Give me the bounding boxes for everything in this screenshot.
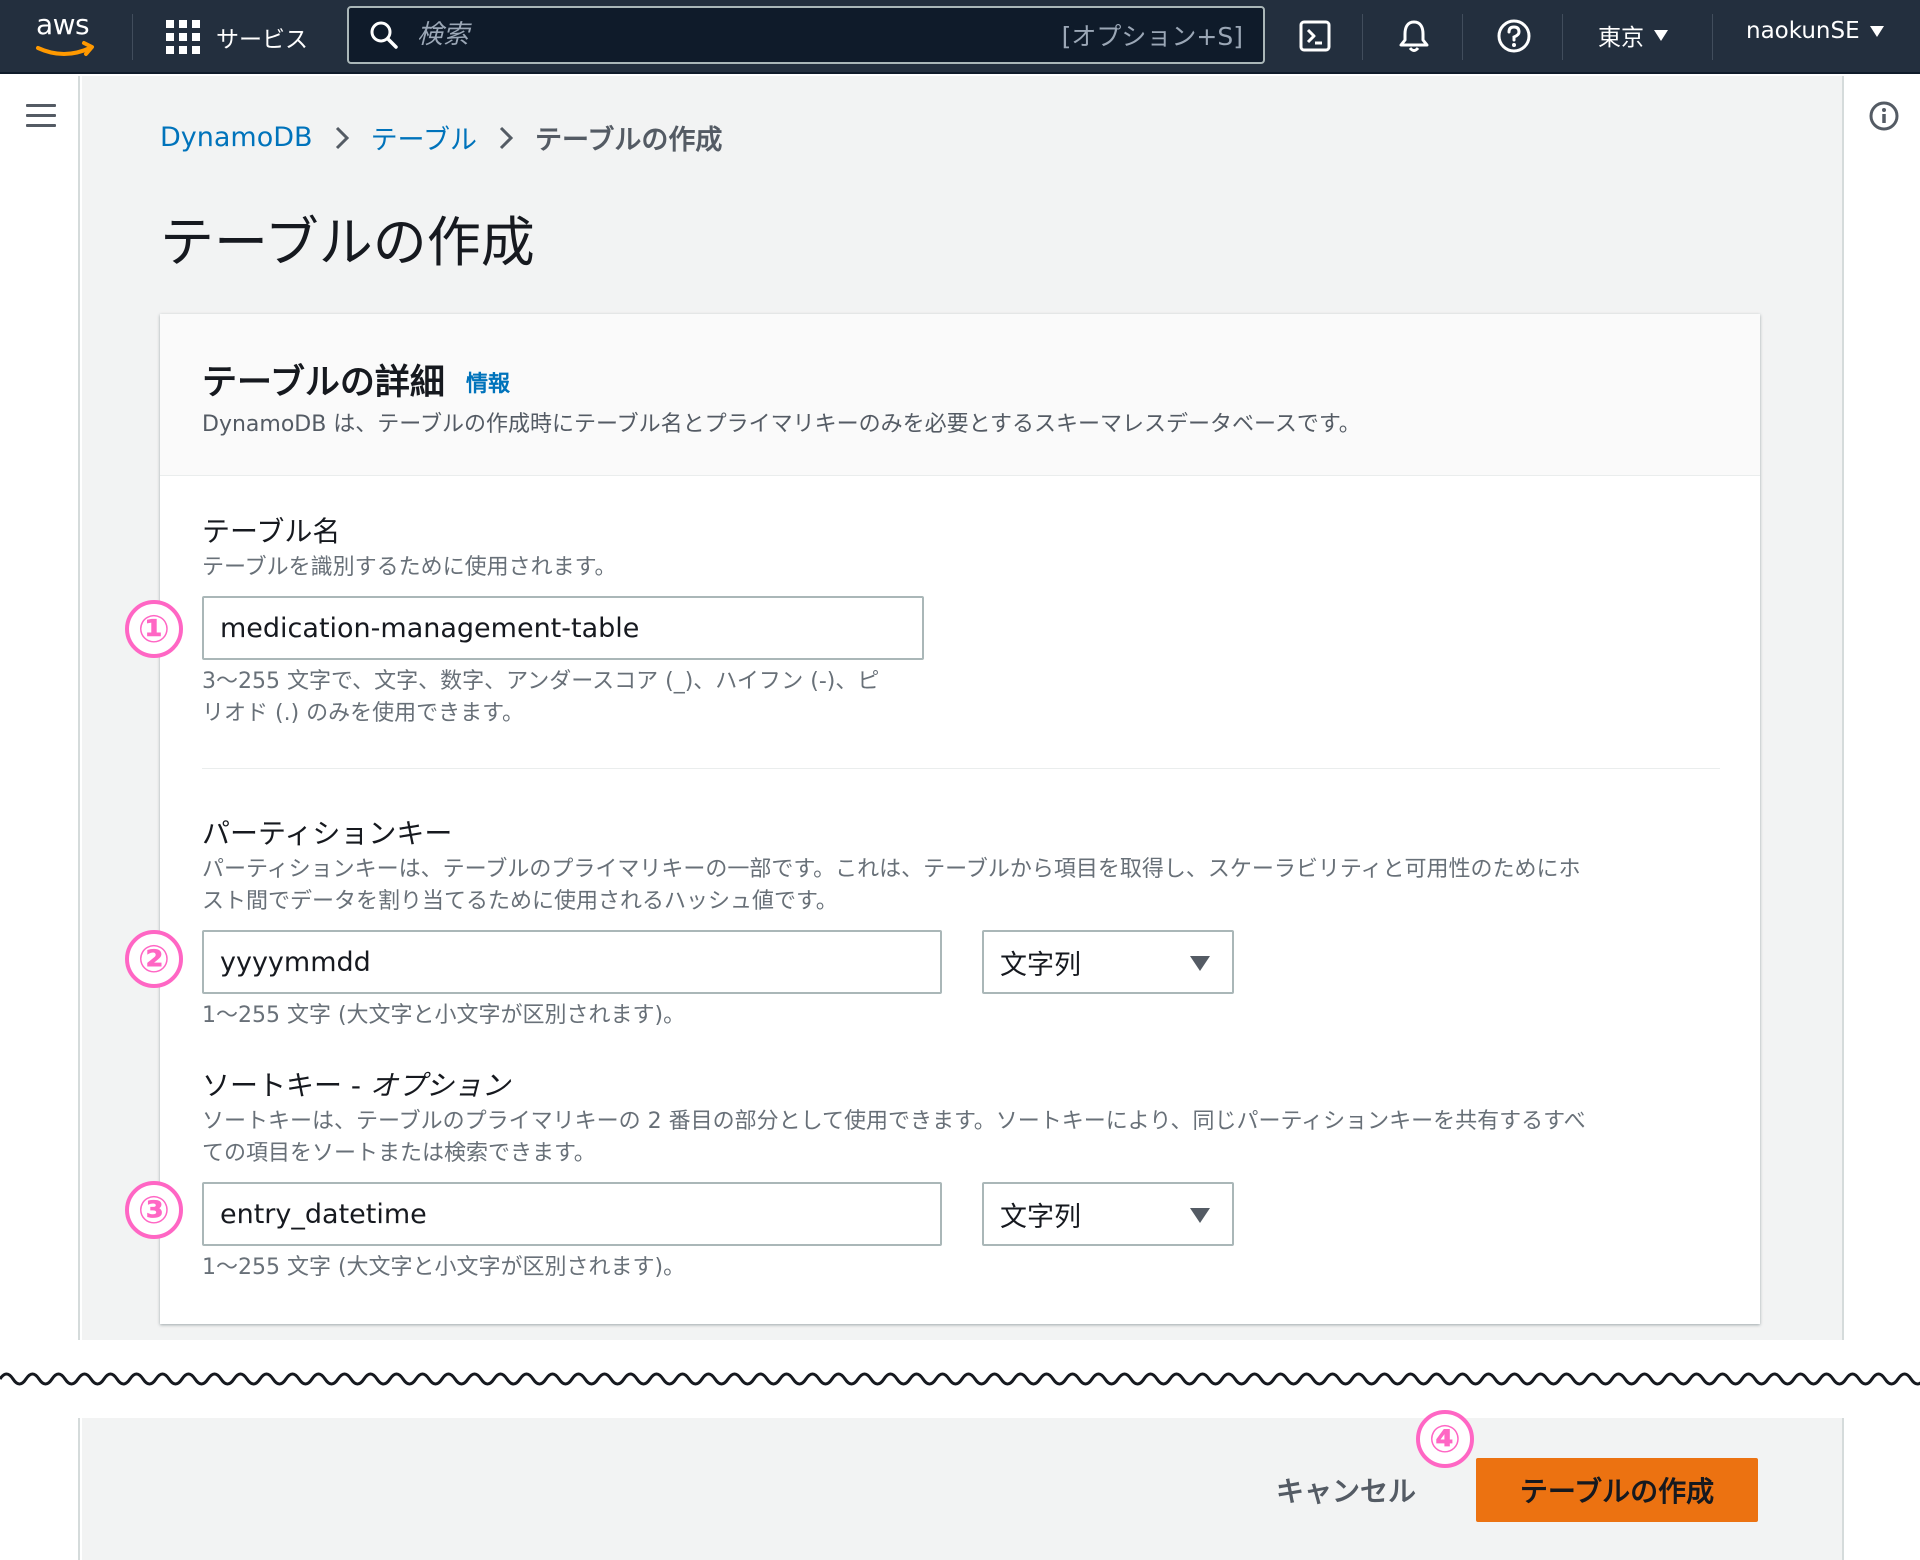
annotation-badge-3: ③ — [125, 1181, 183, 1239]
partition-key-input[interactable] — [202, 930, 942, 994]
account-label: naokunSE — [1746, 18, 1860, 44]
breadcrumb-current: テーブルの作成 — [534, 125, 723, 156]
menu-icon[interactable] — [26, 104, 56, 128]
page-break-wave — [0, 1340, 1920, 1418]
notifications-button[interactable] — [1394, 16, 1434, 56]
sort-key-input[interactable] — [202, 1182, 942, 1246]
left-rail — [0, 76, 80, 1340]
panel-description: DynamoDB は、テーブルの作成時にテーブル名とプライマリキーのみを必要とす… — [202, 412, 1361, 437]
annotation-badge-4: ④ — [1416, 1410, 1474, 1468]
sort-key-optional-label: オプション — [369, 1069, 510, 1102]
partition-key-description-line1: パーティションキーは、テーブルのプライマリキーの一部です。これは、テーブルから項… — [202, 857, 1581, 882]
table-details-panel: テーブルの詳細 情報 DynamoDB は、テーブルの作成時にテーブル名とプライ… — [160, 314, 1760, 1324]
search-box[interactable]: [オプション+S] — [347, 6, 1265, 64]
top-navigation: aws サービス [オプション+S] — [0, 0, 1920, 74]
cancel-button[interactable]: キャンセル — [1276, 1462, 1416, 1518]
caret-down-icon — [1190, 956, 1210, 971]
sort-key-description-line1: ソートキーは、テーブルのプライマリキーの 2 番目の部分として使用できます。ソー… — [202, 1109, 1586, 1134]
sort-key-label-text: ソートキー - — [202, 1069, 370, 1102]
search-input[interactable] — [399, 20, 1062, 50]
nav-separator — [132, 14, 133, 60]
panel-header: テーブルの詳細 情報 DynamoDB は、テーブルの作成時にテーブル名とプライ… — [160, 314, 1760, 476]
right-rail-footer — [1842, 1418, 1920, 1560]
bell-icon — [1399, 20, 1429, 52]
annotation-badge-1: ① — [125, 600, 183, 658]
table-name-hint-line2: リオド (.) のみを使用できます。 — [202, 701, 524, 726]
aws-smile-icon — [36, 41, 94, 56]
chevron-down-icon — [1869, 25, 1884, 37]
table-name-description: テーブルを識別するために使用されます。 — [202, 555, 617, 580]
table-name-label: テーブル名 — [202, 515, 341, 548]
right-rail — [1842, 76, 1920, 1340]
section-divider — [202, 768, 1720, 769]
nav-separator — [1362, 14, 1363, 60]
services-menu[interactable]: サービス — [166, 16, 308, 58]
breadcrumb: DynamoDB テーブル テーブルの作成 — [160, 118, 722, 157]
partition-key-label: パーティションキー — [202, 817, 453, 850]
breadcrumb-tables[interactable]: テーブル — [371, 118, 477, 157]
panel-title: テーブルの詳細 — [202, 363, 445, 403]
nav-separator — [1462, 14, 1463, 60]
sort-key-type-value: 文字列 — [1000, 1201, 1081, 1233]
sort-key-description-line2: ての項目をソートまたは検索できます。 — [202, 1141, 596, 1166]
table-name-input[interactable] — [202, 596, 924, 660]
chevron-right-icon — [499, 126, 514, 149]
cloudshell-button[interactable] — [1295, 16, 1335, 56]
sort-key-hint: 1〜255 文字 (大文字と小文字が区別されます)。 — [202, 1255, 686, 1280]
breadcrumb-dynamodb[interactable]: DynamoDB — [160, 122, 313, 153]
caret-down-icon — [1190, 1208, 1210, 1223]
nav-separator — [1562, 14, 1563, 60]
chevron-right-icon — [335, 126, 349, 149]
create-table-button[interactable]: テーブルの作成 — [1476, 1458, 1758, 1522]
info-link[interactable]: 情報 — [466, 366, 510, 398]
nav-separator — [1712, 14, 1713, 60]
page-title: テーブルの作成 — [160, 211, 535, 274]
cloudshell-icon — [1299, 20, 1331, 52]
region-selector[interactable]: 東京 — [1598, 18, 1668, 52]
partition-key-type-value: 文字列 — [1000, 949, 1081, 981]
sort-key-label: ソートキー - オプション — [202, 1064, 510, 1104]
partition-key-description-line2: スト間でデータを割り当てるために使用されるハッシュ値です。 — [202, 889, 838, 914]
info-panel-icon[interactable] — [1868, 100, 1900, 132]
account-menu[interactable]: naokunSE — [1746, 18, 1884, 44]
help-icon — [1497, 19, 1531, 53]
sort-key-type-select[interactable]: 文字列 — [982, 1182, 1234, 1246]
chevron-down-icon — [1654, 29, 1668, 41]
region-label: 東京 — [1598, 25, 1644, 51]
left-rail-footer — [0, 1418, 80, 1560]
services-label: サービス — [216, 27, 308, 53]
search-shortcut: [オプション+S] — [1061, 22, 1243, 51]
aws-logo[interactable]: aws — [34, 8, 100, 58]
partition-key-hint: 1〜255 文字 (大文字と小文字が区別されます)。 — [202, 1003, 686, 1028]
search-icon — [370, 21, 398, 49]
partition-key-type-select[interactable]: 文字列 — [982, 930, 1234, 994]
table-name-hint-line1: 3〜255 文字で、文字、数字、アンダースコア (_)、ハイフン (-)、ピ — [202, 669, 880, 694]
grid-icon — [166, 20, 200, 54]
help-button[interactable] — [1494, 16, 1534, 56]
annotation-badge-2: ② — [125, 930, 183, 988]
